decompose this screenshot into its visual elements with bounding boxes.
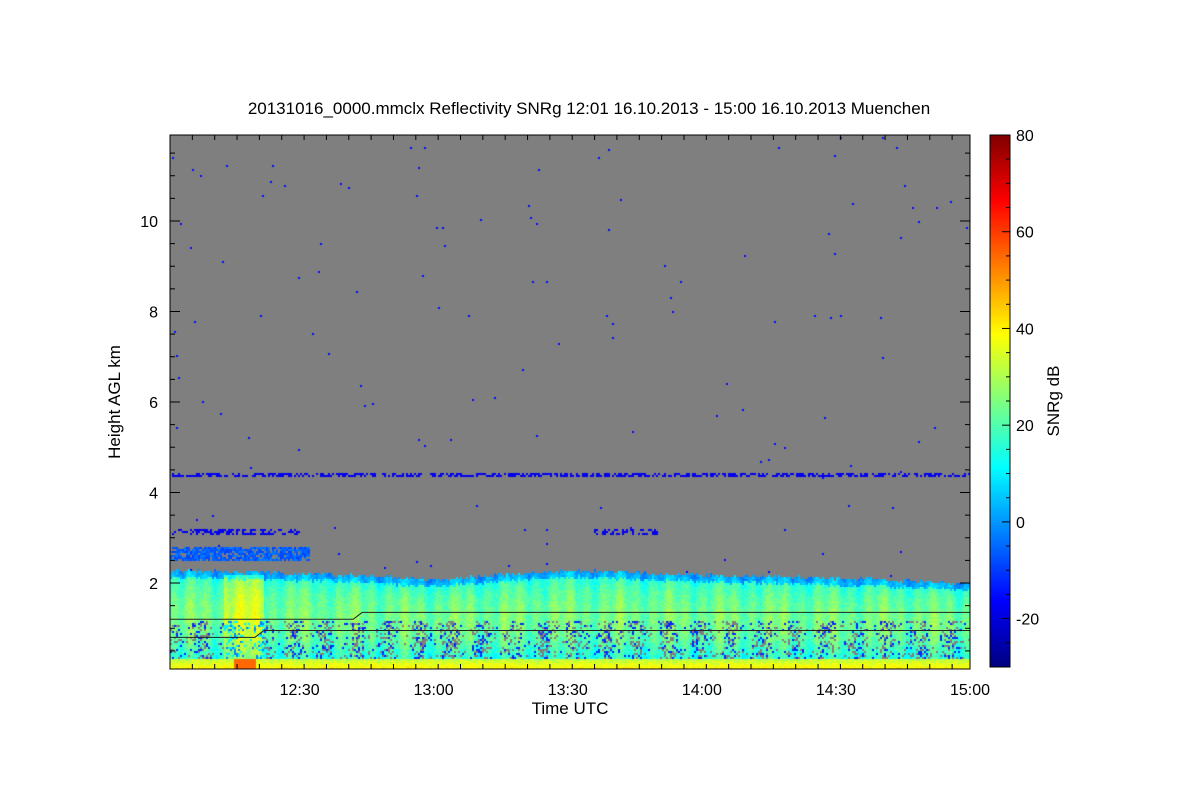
plot-area (170, 135, 970, 669)
colorbar-tick-label: 60 (1016, 225, 1034, 242)
chart: 20131016_0000.mmclx Reflectivity SNRg 12… (105, 99, 1063, 718)
x-tick-label: 13:00 (414, 682, 454, 699)
x-tick-label: 14:30 (816, 682, 856, 699)
y-axis-label: Height AGL km (105, 345, 124, 459)
colorbar-tick-label: 40 (1016, 321, 1034, 338)
x-axis-label: Time UTC (532, 699, 609, 718)
colorbar-tick-label: 80 (1016, 128, 1034, 145)
y-tick-label: 2 (149, 576, 158, 593)
colorbar-tick-label: -20 (1016, 612, 1039, 629)
colorbar-tick-label: 20 (1016, 418, 1034, 435)
y-tick-label: 10 (140, 214, 158, 231)
y-tick-label: 4 (149, 486, 158, 503)
colorbar-label: SNRg dB (1044, 366, 1063, 437)
y-tick-label: 6 (149, 395, 158, 412)
chart-title: 20131016_0000.mmclx Reflectivity SNRg 12… (248, 99, 930, 118)
x-tick-label: 12:30 (280, 682, 320, 699)
snr-heatmap (170, 135, 970, 669)
x-tick-label: 15:00 (950, 682, 990, 699)
colorbar-tick-label: 0 (1016, 515, 1025, 532)
y-tick-label: 8 (149, 304, 158, 321)
x-tick-label: 14:00 (682, 682, 722, 699)
x-tick-label: 13:30 (548, 682, 588, 699)
